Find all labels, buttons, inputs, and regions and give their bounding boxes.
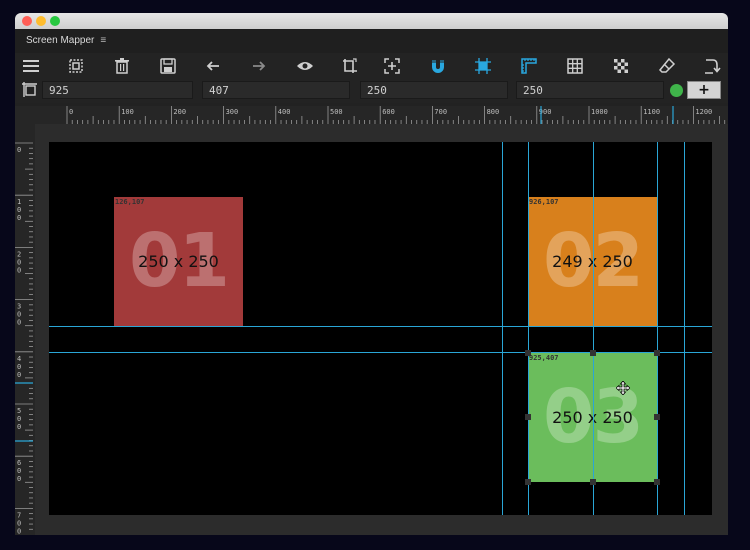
region-box-01[interactable]: 126,107 01 250 x 250 [114, 197, 243, 326]
resize-handle[interactable] [525, 350, 531, 356]
height-field[interactable]: 250 [516, 81, 664, 99]
move-cursor-icon [615, 380, 631, 396]
toolbar [15, 53, 728, 79]
guide-line-vertical[interactable] [593, 142, 594, 515]
guide-line-vertical[interactable] [502, 142, 503, 515]
arrow-left-icon[interactable] [202, 56, 224, 76]
arrow-right-icon[interactable] [248, 56, 270, 76]
ruler-label: 0 [17, 371, 21, 379]
position-icon [19, 80, 41, 100]
ruler-label: 500 [330, 108, 343, 116]
ruler-label: 1200 [695, 108, 712, 116]
trash-icon[interactable] [111, 56, 133, 76]
tab-bar: Screen Mapper ≡ [15, 29, 728, 53]
ruler-label: 800 [487, 108, 500, 116]
resize-handle[interactable] [654, 479, 660, 485]
region-coord: 926,107 [529, 198, 559, 206]
guide-line-vertical[interactable] [657, 142, 658, 515]
ruler-label: 700 [434, 108, 447, 116]
ruler-label: 6 [17, 459, 21, 467]
width-field[interactable]: 250 [360, 81, 508, 99]
tab-screen-mapper[interactable]: Screen Mapper ≡ [26, 35, 106, 46]
properties-bar: 925 407 250 250 + [15, 79, 728, 103]
export-arrow-icon[interactable] [701, 56, 723, 76]
region-coord: 925,407 [529, 354, 559, 362]
ruler-label: 7 [17, 511, 21, 519]
eye-icon[interactable] [294, 56, 316, 76]
ruler-label: 0 [17, 527, 21, 535]
ruler-label: 0 [17, 146, 21, 154]
vertical-ruler[interactable]: 0100200300400500600700 [15, 139, 33, 535]
status-indicator [670, 84, 683, 97]
y-field[interactable]: 407 [202, 81, 350, 99]
snap-crosshair-icon[interactable] [472, 56, 494, 76]
guide-line-vertical[interactable] [684, 142, 685, 515]
ruler-label: 0 [69, 108, 73, 116]
ruler-label: 0 [17, 214, 21, 222]
add-button-label: + [698, 82, 710, 98]
ruler-label: 1100 [643, 108, 660, 116]
ruler-label: 0 [17, 415, 21, 423]
ruler-label: 0 [17, 206, 21, 214]
grid-icon[interactable] [564, 56, 586, 76]
ruler-label: 2 [17, 250, 21, 258]
resize-handle[interactable] [590, 350, 596, 356]
resize-handle[interactable] [654, 350, 660, 356]
resize-handle[interactable] [654, 414, 660, 420]
ruler-label: 100 [121, 108, 134, 116]
resize-handle[interactable] [525, 414, 531, 420]
guide-line-horizontal[interactable] [49, 352, 712, 353]
workspace: 0 100 200 300 400 500 600 700 800 900 1000 1100 1200… [15, 106, 728, 535]
ruler-label: 4 [17, 355, 21, 363]
ruler-label: 0 [17, 266, 21, 274]
close-window-button[interactable] [22, 16, 32, 26]
minimize-window-button[interactable] [36, 16, 46, 26]
save-icon[interactable] [157, 56, 179, 76]
horizontal-ruler[interactable]: 0 100 200 300 400 500 600 700 800 900 1000 1100 1200 [49, 106, 728, 124]
ruler-label: 0 [17, 363, 21, 371]
magnet-icon[interactable] [427, 56, 449, 76]
tab-label: Screen Mapper [26, 35, 95, 46]
ruler-label: 0 [17, 311, 21, 319]
select-frame-icon[interactable] [65, 56, 87, 76]
ruler-label: 5 [17, 407, 21, 415]
guide-line-horizontal[interactable] [49, 326, 712, 327]
eraser-icon[interactable] [656, 56, 678, 76]
tab-menu-icon[interactable]: ≡ [100, 35, 106, 46]
ruler-label: 1000 [591, 108, 608, 116]
ruler-label: 400 [278, 108, 291, 116]
ruler-label: 0 [17, 475, 21, 483]
ruler-label: 0 [17, 467, 21, 475]
title-bar [15, 13, 728, 29]
ruler-icon[interactable] [518, 56, 540, 76]
crop-transform-icon[interactable] [339, 56, 361, 76]
x-field[interactable]: 925 [42, 81, 193, 99]
checkerboard-icon[interactable] [610, 56, 632, 76]
ruler-label: 600 [382, 108, 395, 116]
add-region-icon[interactable] [381, 56, 403, 76]
resize-handle[interactable] [525, 479, 531, 485]
ruler-label: 3 [17, 303, 21, 311]
region-size: 250 x 250 [138, 252, 219, 271]
guide-line-vertical[interactable] [528, 142, 529, 515]
ruler-label: 0 [17, 258, 21, 266]
ruler-label: 300 [226, 108, 239, 116]
ruler-label: 200 [173, 108, 186, 116]
zoom-window-button[interactable] [50, 16, 60, 26]
hamburger-menu-icon[interactable] [20, 56, 42, 76]
region-coord: 126,107 [115, 198, 145, 206]
ruler-label: 0 [17, 423, 21, 431]
ruler-label: 0 [17, 519, 21, 527]
ruler-label: 0 [17, 319, 21, 327]
resize-handle[interactable] [590, 479, 596, 485]
app-window: Screen Mapper ≡ 925 407 250 250 + 0 100 … [15, 13, 728, 535]
ruler-label: 1 [17, 198, 21, 206]
add-button[interactable]: + [687, 81, 721, 99]
canvas[interactable]: 126,107 01 250 x 250 926,107 02 249 x 25… [49, 142, 712, 515]
